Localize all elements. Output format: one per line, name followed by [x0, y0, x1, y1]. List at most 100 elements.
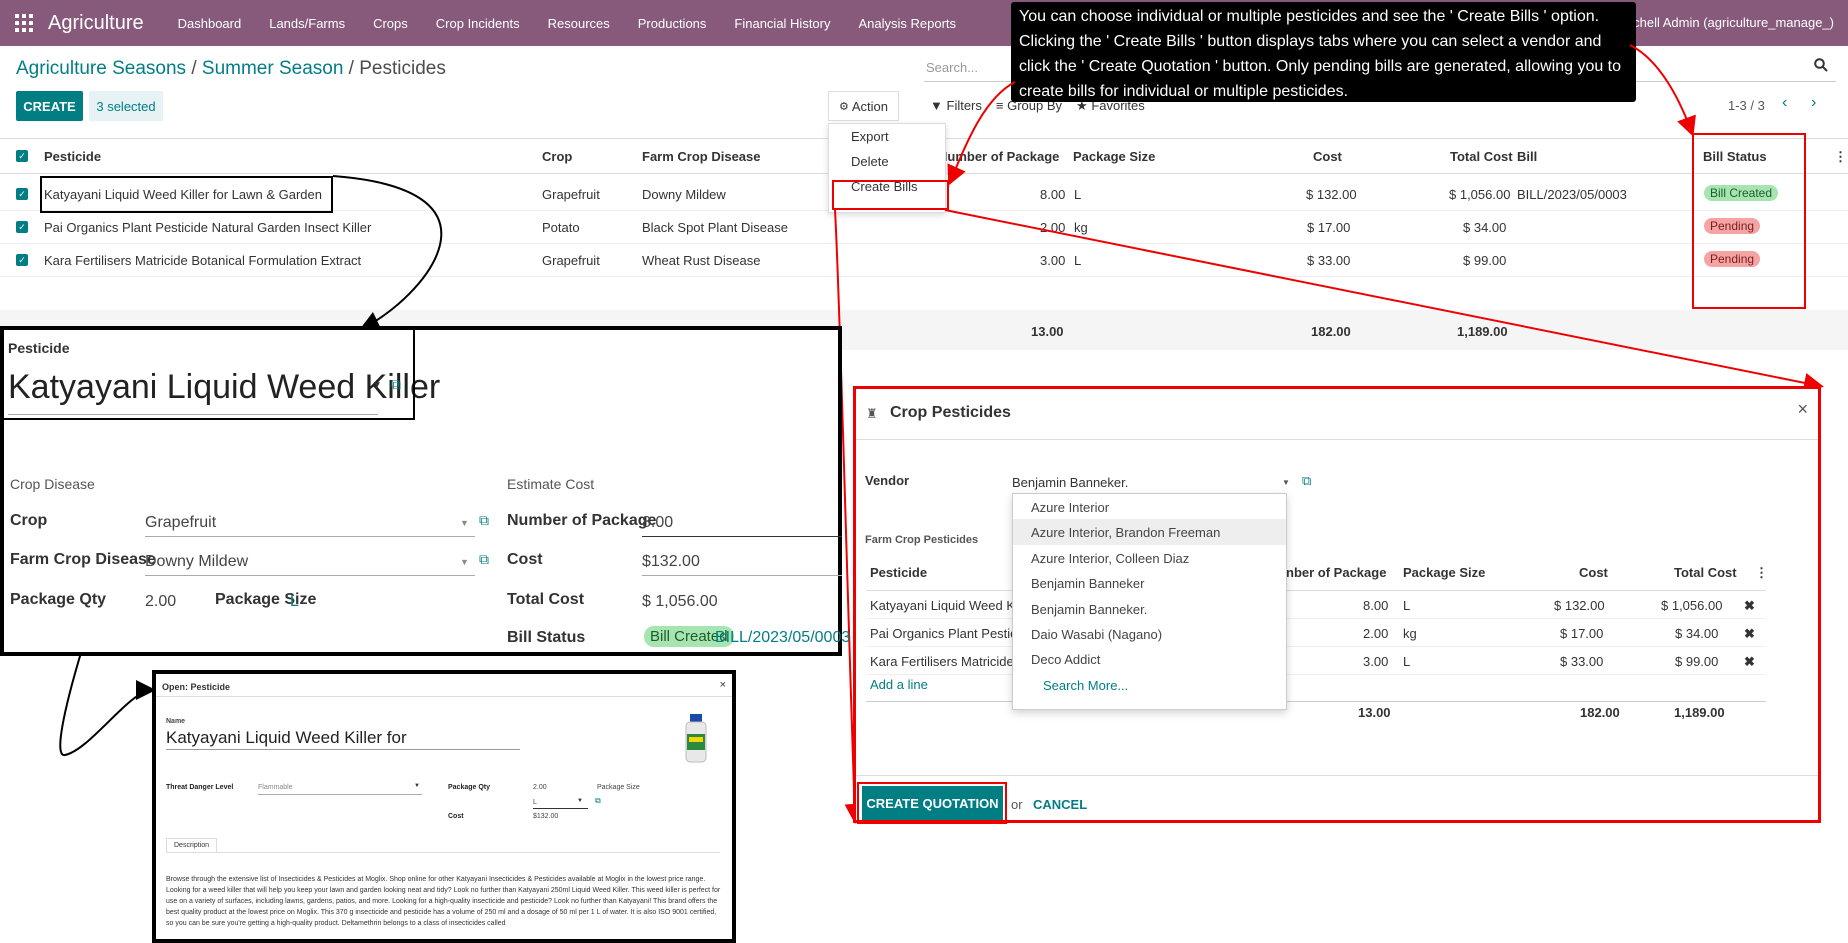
modal-footer-divider [856, 775, 1818, 776]
table-row[interactable]: Pai Organics Plant Pestic 2.00 kg $ 17.0… [866, 619, 1766, 647]
cost-value[interactable]: $132.00 [533, 813, 558, 820]
total-num-pkg: 13.00 [1358, 705, 1391, 720]
bill-link[interactable]: BILL/2023/05/0003 [715, 629, 850, 647]
vendor-option[interactable]: Benjamin Banneker. [1013, 596, 1286, 621]
col-num-pkg: nber of Package [1286, 565, 1387, 580]
delete-row-icon[interactable]: ✖ [1744, 626, 1755, 642]
cost-label: Cost [507, 551, 543, 568]
disease-value[interactable]: Downy Mildew [145, 553, 248, 571]
qty-value[interactable]: 2.00 [533, 784, 547, 791]
vendor-option[interactable]: Azure Interior [1013, 494, 1286, 519]
cell-pesticide: Katyayani Liquid Weed Kil [870, 598, 1021, 613]
crop-pesticides-modal: ♜ Crop Pesticides × Vendor Benjamin Bann… [853, 386, 1821, 823]
field-underline [145, 536, 475, 537]
field-underline [533, 808, 588, 809]
delete-row-icon[interactable]: ✖ [1744, 598, 1755, 614]
modal-table-header: Pesticide nber of Package Package Size C… [866, 565, 1768, 591]
field-underline [642, 575, 842, 576]
dialog-title: Open: Pesticide [162, 682, 231, 692]
product-image [676, 712, 716, 764]
cell-num-pkg: 2.00 [1363, 626, 1389, 641]
size-value[interactable]: L [290, 593, 299, 611]
vendor-option[interactable]: Azure Interior, Brandon Freeman [1013, 519, 1286, 545]
search-more-link[interactable]: Search More... [1013, 672, 1286, 697]
external-link-icon[interactable]: ⧉ [595, 796, 601, 806]
highlight-title-box [0, 327, 415, 420]
cost-label: Cost [448, 813, 464, 820]
table-row[interactable]: Kara Fertilisers Matricide 3.00 L $ 33.0… [866, 647, 1766, 675]
col-cost: Cost [1579, 565, 1608, 580]
cost-value[interactable]: $132.00 [642, 553, 700, 571]
cell-num-pkg: 3.00 [1363, 654, 1389, 669]
name-label: Name [166, 718, 186, 725]
field-underline [166, 749, 520, 750]
cell-pkg-size: kg [1403, 626, 1417, 641]
size-label: Package Size [215, 591, 317, 608]
dropdown-caret-icon[interactable]: ▼ [577, 798, 583, 804]
modal-title: Crop Pesticides [890, 404, 1011, 421]
dropdown-caret-icon[interactable]: ▼ [1282, 478, 1290, 487]
qty-label: Package Qty [10, 591, 107, 608]
field-underline [258, 794, 422, 795]
pesticide-dialog: Open: Pesticide × Name Katyayani Liquid … [152, 670, 736, 943]
tab-divider [166, 852, 720, 853]
zoomed-pesticide-form: Pesticide Katyayani Liquid Weed Killer ▼… [0, 326, 850, 656]
num-pkg-value[interactable]: 8.00 [642, 514, 673, 532]
totals-divider [866, 701, 1766, 702]
cell-total: $ 1,056.00 [1661, 598, 1723, 613]
crop-disease-section: Crop Disease [10, 476, 95, 492]
danger-value[interactable]: Flammable [258, 784, 293, 791]
crop-label: Crop [10, 512, 48, 529]
description-para: Browse through the extensive list of Ins… [166, 876, 706, 883]
dropdown-caret-icon[interactable]: ▼ [460, 557, 469, 567]
delete-row-icon[interactable]: ✖ [1744, 654, 1755, 670]
external-link-icon[interactable]: ⧉ [479, 551, 489, 568]
column-options-icon[interactable]: ⋮ [1755, 565, 1768, 581]
col-pkg-size: Package Size [1403, 565, 1486, 580]
table-row[interactable]: Katyayani Liquid Weed Kil 8.00 L $ 132.0… [866, 591, 1766, 619]
description-para: Looking for a weed killer that will help… [166, 887, 721, 927]
cell-pesticide: Kara Fertilisers Matricide [870, 654, 1014, 669]
close-icon[interactable]: × [720, 679, 726, 691]
modal-header-divider [856, 439, 1818, 440]
cancel-button[interactable]: CANCEL [1033, 797, 1087, 812]
size-label: Package Size [597, 784, 640, 791]
add-line-link[interactable]: Add a line [870, 677, 928, 692]
section-label: Farm Crop Pesticides [865, 534, 979, 546]
status-label: Bill Status [507, 629, 586, 646]
cell-cost: $ 132.00 [1554, 598, 1605, 613]
vendor-label: Vendor [865, 473, 910, 488]
crop-value[interactable]: Grapefruit [145, 514, 216, 532]
cell-total: $ 99.00 [1675, 654, 1719, 669]
vendor-option[interactable]: Daio Wasabi (Nagano) [1013, 621, 1286, 646]
tab-description[interactable]: Description [166, 838, 218, 852]
external-link-icon[interactable]: ⧉ [1302, 473, 1311, 489]
vendor-option[interactable]: Deco Addict [1013, 646, 1286, 671]
col-total: Total Cost [1674, 565, 1737, 580]
modal-icon: ♜ [866, 406, 878, 421]
vendor-option[interactable]: Azure Interior, Colleen Diaz [1013, 545, 1286, 570]
dialog-divider [156, 696, 732, 697]
qty-value: 2.00 [145, 593, 177, 610]
field-underline [145, 575, 475, 576]
size-value[interactable]: L [533, 799, 537, 806]
num-pkg-label: Number of Package [507, 512, 657, 529]
dropdown-caret-icon[interactable]: ▼ [460, 518, 469, 528]
description-text: Browse through the extensive list of Ins… [166, 874, 722, 929]
col-pesticide: Pesticide [870, 565, 928, 580]
or-text: or [1011, 797, 1023, 812]
vendor-input[interactable]: Benjamin Banneker. [1012, 475, 1128, 490]
dropdown-caret-icon[interactable]: ▼ [414, 783, 420, 789]
danger-label: Threat Danger Level [166, 784, 234, 791]
vendor-option[interactable]: Benjamin Banneker [1013, 570, 1286, 595]
total-label: Total Cost [507, 591, 585, 608]
cell-pesticide: Pai Organics Plant Pestic [870, 626, 1017, 641]
close-icon[interactable]: × [1797, 399, 1808, 420]
name-value[interactable]: Katyayani Liquid Weed Killer for [166, 728, 407, 748]
cell-pkg-size: L [1403, 598, 1411, 613]
cell-cost: $ 33.00 [1560, 654, 1604, 669]
total-value: $ 1,056.00 [642, 593, 718, 610]
external-link-icon[interactable]: ⧉ [479, 512, 489, 529]
cell-num-pkg: 8.00 [1363, 598, 1389, 613]
qty-label: Package Qty [448, 784, 491, 791]
